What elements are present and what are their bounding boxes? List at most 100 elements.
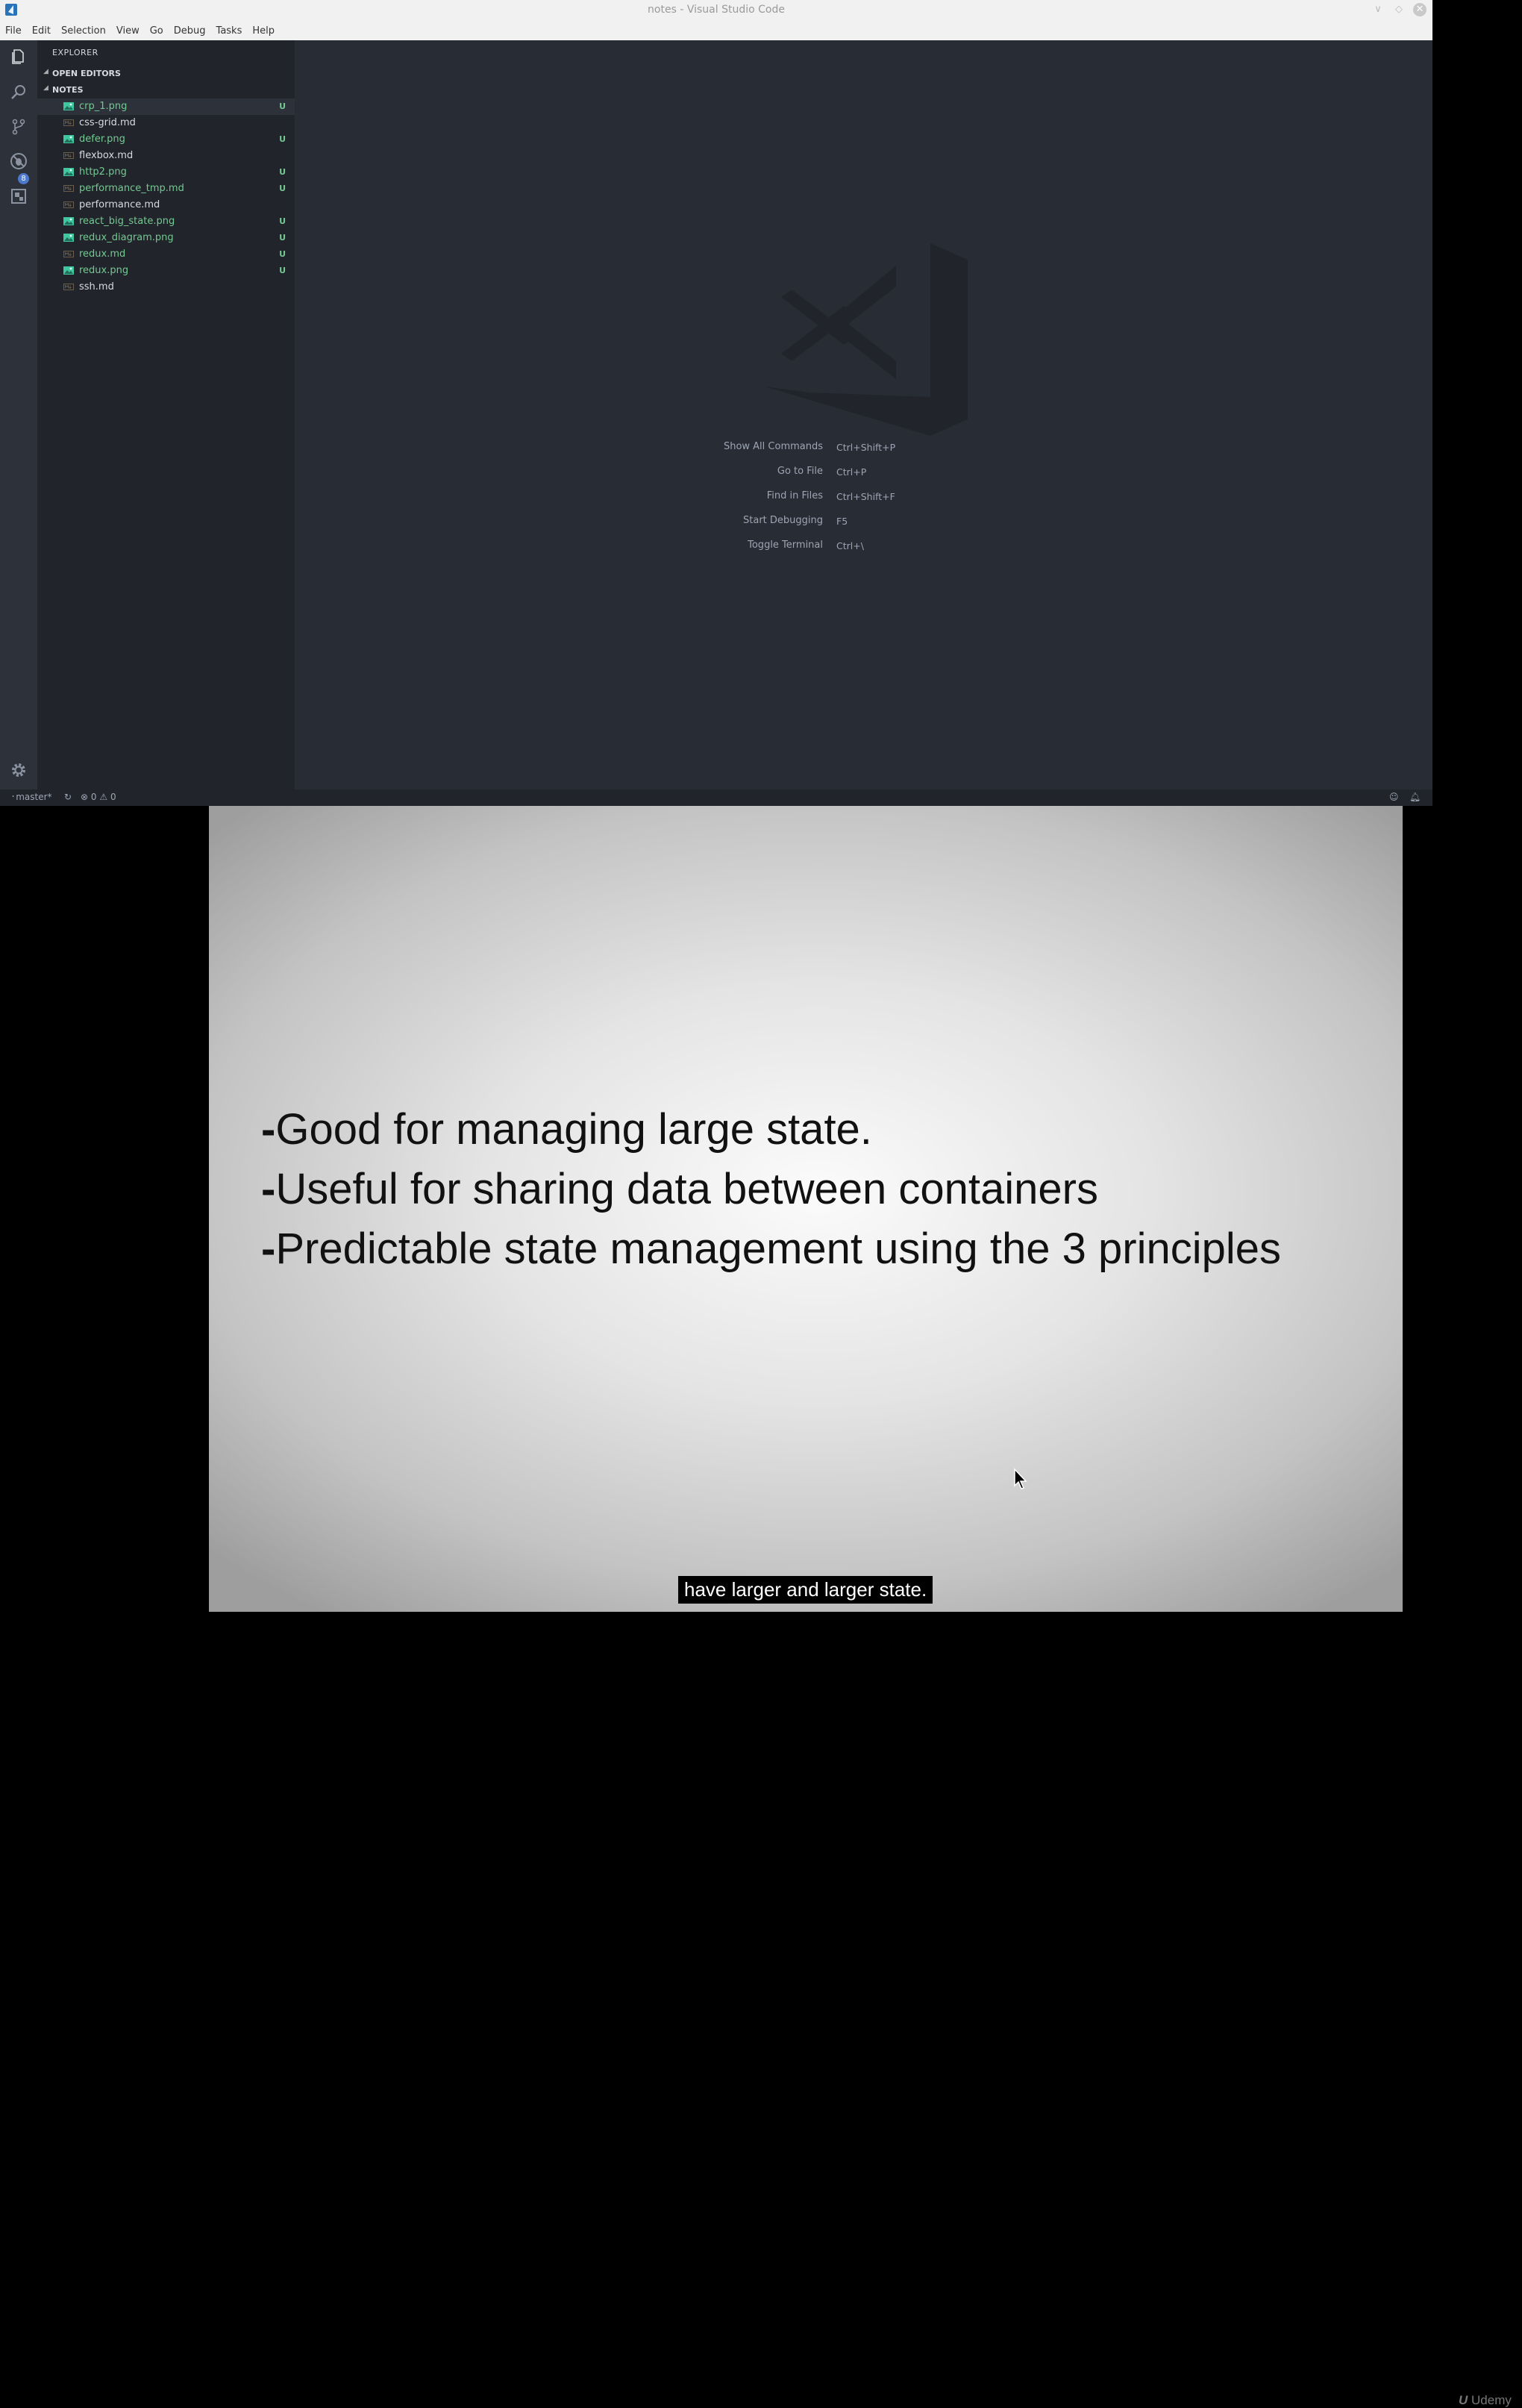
menu-view[interactable]: View [111,25,145,37]
file-item[interactable]: react_big_state.png U [37,213,295,230]
problems-indicator[interactable]: ⊗ 0 ⚠ 0 [81,792,116,802]
git-status-badge: U [279,134,286,144]
menu-debug[interactable]: Debug [169,25,211,37]
slide-bullet: -Predictable state management using the … [261,1225,1282,1273]
markdown-file-icon [63,201,74,209]
maximize-button[interactable]: ◇ [1392,3,1406,16]
video-caption: have larger and larger state. [678,1576,933,1604]
welcome-command[interactable]: Toggle Terminal [295,540,823,553]
lecture-slide: -Good for managing large state. -Useful … [209,806,1403,1612]
file-item[interactable]: flexbox.md [37,148,295,164]
file-name: crp_1.png [79,101,128,112]
menu-tasks[interactable]: Tasks [211,25,248,37]
activity-bar: 8 [0,40,37,789]
command-keybinding: Ctrl+Shift+P [836,442,896,453]
welcome-command[interactable]: Show All Commands [295,441,823,454]
debug-icon[interactable] [10,152,28,170]
file-name: redux.md [79,248,126,260]
command-keybinding: F5 [836,516,848,527]
status-bar: ᛫master* ↻ ⊗ 0 ⚠ 0 ☺ 🔔︎ [0,789,1432,806]
command-label: Show All Commands [723,441,823,452]
command-keybinding: Ctrl+Shift+F [836,491,895,502]
gear-icon[interactable] [10,761,28,779]
file-item[interactable]: redux.png U [37,263,295,279]
file-name: redux.png [79,265,129,276]
slide-bullet: -Good for managing large state. [261,1105,872,1154]
open-editors-section[interactable]: ◢ OPEN EDITORS [37,66,295,82]
file-name: ssh.md [79,281,114,293]
git-status-badge: U [279,101,286,111]
git-status-badge: U [279,233,286,243]
file-name: http2.png [79,166,127,178]
markdown-file-icon [63,250,74,258]
udemy-watermark-logo: U Udemy [1459,2393,1512,2407]
markdown-file-icon [63,151,74,160]
git-status-badge: U [279,266,286,275]
notifications-bell-icon[interactable]: 🔔︎ [1409,792,1421,802]
error-icon: ⊗ [81,792,89,802]
image-file-icon [63,102,74,110]
editor-area: Show All Commands Ctrl+Shift+P Go to File C… [295,40,1432,789]
markdown-file-icon [63,119,74,127]
file-list: crp_1.png Ucss-grid.md defer.png Uflexbox.m… [37,98,295,295]
menu-go[interactable]: Go [145,25,169,37]
file-item[interactable]: http2.png U [37,164,295,181]
menu-file[interactable]: File [0,25,27,37]
welcome-command[interactable]: Start Debugging [295,515,823,528]
explorer-title: EXPLORER [52,48,98,57]
menu-selection[interactable]: Selection [56,25,111,37]
file-item[interactable]: defer.png U [37,131,295,148]
menu-help[interactable]: Help [247,25,280,37]
branch-indicator[interactable]: ᛫master* [10,792,52,802]
search-icon[interactable] [10,83,28,101]
explorer-sidebar: EXPLORER ◢ OPEN EDITORS ◢ NOTES crp_1.pn… [37,40,295,789]
file-item[interactable]: redux.md U [37,246,295,263]
vscode-window: notes - Visual Studio Code ∨ ◇ ✕ File Ed… [0,0,1432,806]
image-file-icon [63,135,74,143]
minimize-button[interactable]: ∨ [1371,3,1385,16]
title-bar: notes - Visual Studio Code ∨ ◇ ✕ [0,0,1432,21]
vscode-watermark-logo [765,243,968,436]
command-keybinding: Ctrl+\ [836,540,864,551]
git-status-badge: U [279,249,286,259]
video-player: -Good for managing large state. -Useful … [0,806,1522,2407]
file-name: redux_diagram.png [79,232,174,243]
collapse-icon: ◢ [43,68,48,75]
extensions-icon[interactable] [10,187,28,205]
file-name: defer.png [79,134,125,145]
file-name: performance_tmp.md [79,183,184,194]
git-status-badge: U [279,184,286,193]
file-item[interactable]: performance_tmp.md U [37,181,295,197]
menu-bar: File Edit Selection View Go Debug Tasks … [0,21,1432,40]
menu-edit[interactable]: Edit [27,25,56,37]
sync-icon[interactable]: ↻ [64,792,72,802]
image-file-icon [63,217,74,225]
welcome-command[interactable]: Go to File [295,466,823,479]
command-label: Toggle Terminal [748,540,823,551]
feedback-smiley-icon[interactable]: ☺ [1389,792,1399,802]
file-name: css-grid.md [79,117,136,128]
git-status-badge: U [279,216,286,226]
welcome-command[interactable]: Find in Files [295,490,823,504]
collapse-icon: ◢ [43,84,48,92]
files-icon[interactable] [10,48,28,66]
file-item[interactable]: css-grid.md [37,115,295,131]
command-label: Start Debugging [743,515,823,526]
slide-bullet: -Useful for sharing data between contain… [261,1165,1098,1213]
image-file-icon [63,266,74,275]
file-item[interactable]: ssh.md [37,279,295,295]
file-item[interactable]: crp_1.png U [37,98,295,115]
close-button[interactable]: ✕ [1413,3,1427,16]
command-label: Find in Files [766,490,823,501]
file-item[interactable]: redux_diagram.png U [37,230,295,246]
command-keybinding: Ctrl+P [836,466,867,478]
file-item[interactable]: performance.md [37,197,295,213]
source-control-icon[interactable] [10,118,28,136]
notes-folder-section[interactable]: ◢ NOTES [37,82,295,98]
command-label: Go to File [777,466,823,477]
git-status-badge: U [279,167,286,177]
file-name: flexbox.md [79,150,134,161]
window-title: notes - Visual Studio Code [648,4,785,16]
image-file-icon [63,234,74,242]
file-name: react_big_state.png [79,216,175,227]
